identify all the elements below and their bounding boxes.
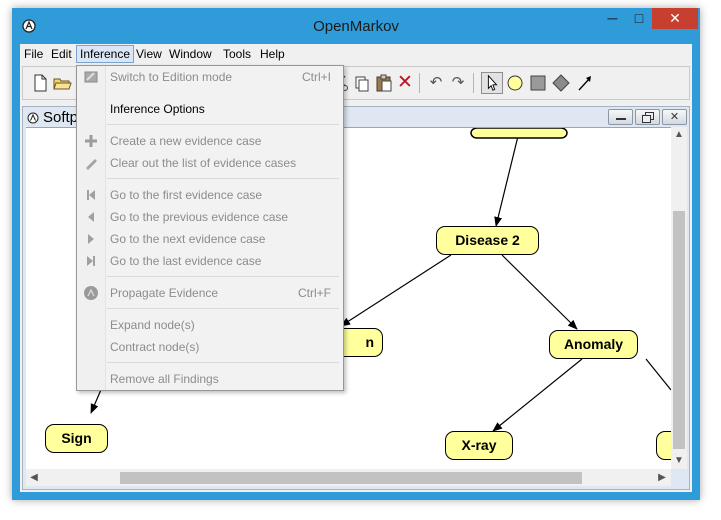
frame-title: Softp — [43, 109, 79, 126]
frame-restore-button[interactable] — [635, 109, 660, 125]
menu-bar: File Edit Inference View Window Tools He… — [20, 44, 692, 64]
frame-close-glyph-icon: ✕ — [669, 111, 680, 123]
menu-create-evidence-case[interactable]: Create a new evidence case — [77, 130, 343, 152]
node-sign[interactable]: Sign — [45, 424, 108, 453]
select-pointer-icon[interactable] — [481, 72, 503, 94]
link-anomaly-to-xray[interactable] — [492, 358, 583, 432]
menu-item-label: Clear out the list of evidence cases — [110, 156, 297, 170]
last-icon — [87, 256, 95, 266]
menu-contract-nodes[interactable]: Contract node(s) — [77, 336, 343, 358]
scroll-right-icon[interactable]: ▶ — [654, 470, 670, 486]
menu-item-label: Remove all Findings — [110, 372, 219, 386]
minimize-button[interactable]: ─ — [599, 8, 626, 29]
menu-view[interactable]: View — [133, 45, 165, 63]
node-right-partial[interactable] — [656, 431, 671, 460]
menu-expand-nodes[interactable]: Expand node(s) — [77, 314, 343, 336]
menu-item-shortcut: Ctrl+F — [298, 286, 331, 300]
menu-previous-evidence-case[interactable]: Go to the previous evidence case — [77, 206, 343, 228]
link-disease2-to-left[interactable] — [340, 254, 452, 327]
utility-node-icon[interactable] — [550, 72, 572, 94]
menu-item-label: Expand node(s) — [110, 318, 195, 332]
vertical-scroll-thumb[interactable] — [673, 211, 685, 449]
link-top-to-disease2[interactable] — [494, 128, 521, 227]
link-disease2-to-anomaly[interactable] — [501, 254, 578, 330]
frame-minimize-button[interactable] — [608, 109, 633, 125]
menu-separator — [107, 362, 339, 363]
toolbar-separator — [419, 73, 420, 93]
node-anomaly[interactable]: Anomaly — [549, 330, 638, 359]
previous-icon — [88, 212, 94, 222]
next-icon — [88, 234, 94, 244]
frame-close-button[interactable]: ✕ — [662, 109, 687, 125]
menu-inference[interactable]: Inference — [76, 45, 135, 63]
paste-icon[interactable] — [373, 72, 395, 94]
eraser-icon — [86, 159, 97, 170]
menu-item-label: Go to the next evidence case — [110, 232, 266, 246]
node-top-partial[interactable] — [470, 128, 568, 139]
menu-item-label: Switch to Edition mode — [110, 70, 233, 84]
undo-icon[interactable]: ↶ — [425, 72, 447, 94]
menu-tools[interactable]: Tools — [220, 45, 254, 63]
restore-glyph-back-icon — [642, 115, 651, 123]
redo-icon[interactable]: ↷ — [447, 72, 469, 94]
menu-item-label: Propagate Evidence — [110, 286, 219, 300]
menu-remove-all-findings[interactable]: Remove all Findings — [77, 368, 343, 390]
scroll-down-icon[interactable]: ▼ — [671, 453, 687, 469]
window-title: OpenMarkov — [313, 18, 399, 35]
delete-icon[interactable]: ✕ — [394, 72, 416, 94]
chance-node-icon[interactable] — [504, 72, 526, 94]
menu-separator — [107, 276, 339, 277]
title-bar[interactable]: OpenMarkov ─ □ ✕ — [12, 8, 700, 44]
link-arrow-icon[interactable] — [574, 72, 596, 94]
menu-item-shortcut: Ctrl+I — [301, 70, 331, 84]
menu-file[interactable]: File — [21, 45, 46, 63]
menu-window[interactable]: Window — [166, 45, 215, 63]
menu-item-label: Contract node(s) — [110, 340, 200, 354]
menu-propagate-evidence[interactable]: Propagate Evidence Ctrl+F — [77, 282, 343, 304]
node-disease-2[interactable]: Disease 2 — [436, 226, 539, 255]
first-icon — [87, 190, 95, 200]
copy-icon[interactable] — [351, 72, 373, 94]
maximize-button[interactable]: □ — [626, 8, 652, 29]
menu-edit[interactable]: Edit — [48, 45, 75, 63]
menu-next-evidence-case[interactable]: Go to the next evidence case — [77, 228, 343, 250]
propagate-icon — [84, 286, 98, 300]
menu-item-label: Go to the first evidence case — [110, 188, 263, 202]
menu-inference-options[interactable]: Inference Options — [77, 98, 343, 120]
menu-item-label: Go to the last evidence case — [110, 254, 262, 268]
menu-item-label: Go to the previous evidence case — [110, 210, 289, 224]
close-button[interactable]: ✕ — [652, 8, 698, 29]
new-file-icon[interactable] — [29, 72, 51, 94]
menu-help[interactable]: Help — [257, 45, 288, 63]
open-folder-icon[interactable] — [51, 72, 73, 94]
link-anomaly-to-right[interactable] — [645, 358, 671, 391]
menu-item-label: Inference Options — [110, 102, 205, 116]
plus-icon — [85, 135, 97, 147]
decision-node-icon[interactable] — [527, 72, 549, 94]
menu-last-evidence-case[interactable]: Go to the last evidence case — [77, 250, 343, 272]
scroll-left-icon[interactable]: ◀ — [26, 470, 42, 486]
node-x-ray[interactable]: X-ray — [445, 431, 513, 460]
scroll-up-icon[interactable]: ▲ — [671, 127, 687, 143]
minimize-glyph-icon — [616, 118, 626, 120]
horizontal-scrollbar[interactable]: ◀ ▶ — [26, 469, 671, 486]
menu-separator — [107, 124, 339, 125]
inference-menu: Switch to Edition mode Ctrl+I Inference … — [76, 65, 344, 391]
menu-separator — [107, 178, 339, 179]
toolbar-separator — [473, 73, 474, 93]
vertical-scrollbar[interactable]: ▲ ▼ — [671, 127, 687, 469]
edition-mode-icon — [84, 71, 98, 83]
menu-switch-edition-mode[interactable]: Switch to Edition mode Ctrl+I — [77, 66, 343, 88]
menu-first-evidence-case[interactable]: Go to the first evidence case — [77, 184, 343, 206]
menu-separator — [107, 308, 339, 309]
menu-item-label: Create a new evidence case — [110, 134, 262, 148]
openmarkov-frame-icon — [27, 112, 39, 124]
menu-clear-evidence-cases[interactable]: Clear out the list of evidence cases — [77, 152, 343, 174]
horizontal-scroll-thumb[interactable] — [120, 472, 582, 484]
